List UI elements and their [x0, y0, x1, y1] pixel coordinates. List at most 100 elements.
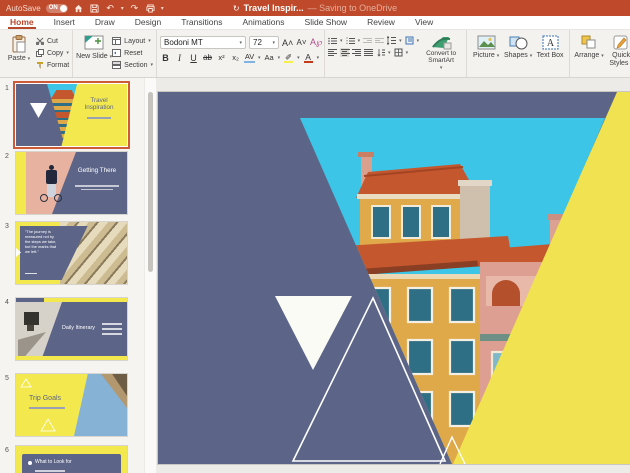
justify-icon[interactable]: [364, 49, 373, 56]
slide-editor-canvas[interactable]: [156, 78, 630, 473]
save-icon[interactable]: [89, 3, 100, 14]
undo-dropdown-icon[interactable]: ▾: [121, 5, 124, 12]
home-icon[interactable]: [73, 3, 84, 14]
convert-smartart-button[interactable]: Convert to SmartArt ▾: [419, 33, 463, 71]
tab-review[interactable]: Review: [357, 15, 405, 29]
tab-home[interactable]: Home: [0, 15, 44, 29]
thumbnail-scrollbar-thumb[interactable]: [148, 92, 153, 272]
reset-button[interactable]: Reset: [112, 48, 153, 58]
slide-1-preview[interactable]: Travel Inspiration: [16, 84, 127, 146]
slide5-title: Trip Goals: [29, 395, 61, 402]
slide4-yellow-bottom: [16, 356, 127, 360]
autosave-label: AutoSave: [6, 4, 41, 13]
svg-text:A: A: [546, 38, 554, 49]
slide4-photo-detail: [27, 325, 34, 331]
ribbon-group-slides: New Slide ▾ Layout ▾ Reset Section ▾: [72, 30, 156, 77]
align-center-icon[interactable]: [340, 48, 349, 57]
sort-icon[interactable]: [376, 48, 385, 57]
undo-icon[interactable]: ↶: [105, 3, 116, 14]
slide-6-preview[interactable]: What to Look for: [16, 446, 127, 473]
slide-5-preview[interactable]: Trip Goals: [16, 374, 127, 436]
slide2-body-line: [75, 185, 119, 187]
superscript-button[interactable]: x²: [216, 53, 227, 62]
copy-icon: [35, 49, 44, 58]
font-name-select[interactable]: Bodoni MT▾: [160, 36, 246, 49]
strikethrough-button[interactable]: ab: [202, 53, 213, 62]
underline-button[interactable]: U: [188, 53, 199, 63]
copy-button[interactable]: Copy ▾: [35, 48, 69, 58]
decrease-indent-icon[interactable]: [363, 38, 372, 43]
autosave-toggle[interactable]: ON: [46, 4, 68, 13]
slide3-quote-text: "The journey is measured not by the step…: [25, 230, 59, 254]
character-spacing-button[interactable]: AV: [244, 52, 255, 63]
align-left-icon[interactable]: [328, 49, 337, 56]
decrease-font-size-button[interactable]: A˅: [296, 38, 307, 47]
current-slide[interactable]: [158, 92, 630, 464]
redo-icon[interactable]: ↷: [129, 3, 140, 14]
tab-transitions[interactable]: Transitions: [171, 15, 232, 29]
slide-4-preview[interactable]: Daily Itinerary: [16, 298, 127, 360]
ribbon-group-clipboard: Paste ▾ Cut Copy ▾ Format: [0, 30, 72, 77]
picture-button[interactable]: Picture ▾: [470, 33, 502, 60]
slide6-body-line: [35, 470, 65, 472]
tab-animations[interactable]: Animations: [232, 15, 294, 29]
smartart-icon: [430, 35, 452, 50]
tab-insert[interactable]: Insert: [44, 15, 85, 29]
quick-styles-button[interactable]: Quick Styles ▾: [605, 33, 630, 67]
slide-number: 3: [5, 223, 9, 230]
thumbnail-scrollbar[interactable]: [144, 78, 156, 473]
subscript-button[interactable]: x₂: [230, 53, 241, 62]
format-painter-button[interactable]: Format: [35, 60, 69, 70]
text-highlight-button[interactable]: ✐: [283, 52, 294, 63]
section-icon: [112, 61, 121, 70]
bullets-icon[interactable]: [328, 36, 337, 45]
new-slide-button[interactable]: New Slide ▾: [76, 33, 112, 61]
clear-formatting-button[interactable]: A℘: [310, 37, 321, 48]
tab-design[interactable]: Design: [125, 15, 171, 29]
align-right-icon[interactable]: [352, 49, 361, 56]
slide-number: 4: [5, 299, 9, 306]
slide4-photo-detail: [24, 312, 39, 325]
slide4-photo-shadow: [18, 332, 46, 358]
slide4-bullet-line: [102, 323, 122, 325]
text-direction-icon[interactable]: [405, 36, 414, 45]
print-icon[interactable]: [145, 3, 156, 14]
cut-button[interactable]: Cut: [35, 36, 69, 46]
numbering-icon[interactable]: [346, 36, 355, 45]
quick-styles-icon: [613, 35, 630, 50]
section-button[interactable]: Section ▾: [112, 60, 153, 70]
change-case-button[interactable]: Aa: [264, 53, 275, 62]
layout-button[interactable]: Layout ▾: [112, 36, 153, 46]
paste-button[interactable]: Paste ▾: [3, 33, 35, 63]
toolbar-overflow-icon[interactable]: ▾: [161, 5, 164, 12]
tab-draw[interactable]: Draw: [85, 15, 125, 29]
slide-thumbnail-panel: 1 Travel Inspiration 2: [0, 78, 144, 473]
ribbon-group-paragraph: ▾ ▾ ▾ ▾ ▾: [324, 30, 466, 77]
align-objects-icon[interactable]: [394, 48, 403, 57]
arrange-button[interactable]: Arrange ▾: [573, 33, 605, 60]
increase-indent-icon[interactable]: [375, 38, 384, 43]
line-spacing-icon[interactable]: [387, 36, 396, 45]
text-box-button[interactable]: A Text Box: [534, 33, 566, 60]
paste-icon: [11, 35, 27, 53]
slide1-subtitle-line: [87, 117, 111, 119]
font-size-value: 72: [253, 38, 262, 47]
font-color-button[interactable]: A: [303, 52, 314, 63]
slide-2-preview[interactable]: Getting There: [16, 152, 127, 214]
main-area: 1 Travel Inspiration 2: [0, 78, 630, 473]
tab-slideshow[interactable]: Slide Show: [295, 15, 358, 29]
font-size-select[interactable]: 72▾: [249, 36, 279, 49]
shapes-button[interactable]: Shapes ▾: [502, 33, 534, 60]
italic-button[interactable]: I: [174, 53, 185, 63]
picture-icon: [477, 35, 496, 50]
slide2-bicycle-wheel: [54, 194, 62, 202]
slide-3-preview[interactable]: "The journey is measured not by the step…: [16, 222, 127, 284]
sync-cloud-icon: ↻: [233, 4, 240, 13]
slide4-title: Daily Itinerary: [62, 325, 98, 331]
slide2-figure-body: [46, 170, 57, 184]
slide2-body-line: [81, 189, 113, 191]
arrange-icon: [581, 35, 598, 50]
tab-view[interactable]: View: [405, 15, 443, 29]
increase-font-size-button[interactable]: A˄: [282, 38, 293, 48]
bold-button[interactable]: B: [160, 53, 171, 63]
